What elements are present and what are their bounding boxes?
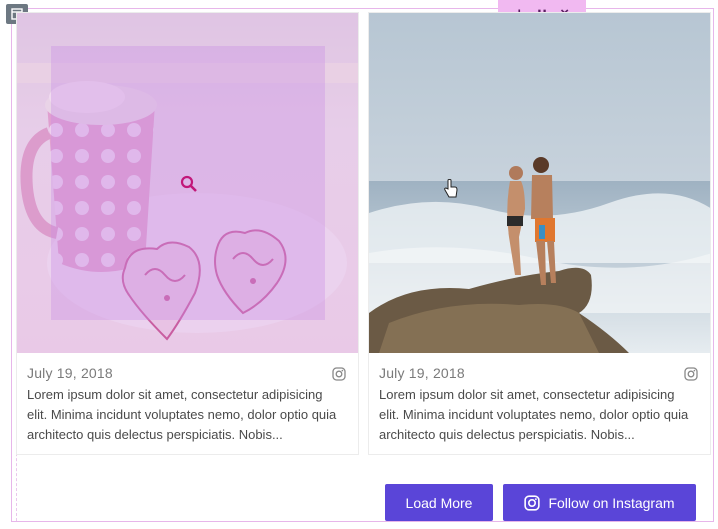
follow-instagram-button[interactable]: Follow on Instagram <box>503 484 696 521</box>
post-photo[interactable] <box>17 13 358 353</box>
post-date: July 19, 2018 <box>27 365 113 381</box>
post-meta: July 19, 2018 Lorem ipsum dolor sit amet… <box>27 365 346 445</box>
load-more-label: Load More <box>405 494 473 511</box>
instagram-post-card[interactable]: July 19, 2018 Lorem ipsum dolor sit amet… <box>368 12 711 455</box>
instagram-icon[interactable] <box>332 367 346 381</box>
instagram-icon[interactable] <box>684 367 698 381</box>
post-caption: Lorem ipsum dolor sit amet, consectetur … <box>379 387 689 442</box>
load-more-button[interactable]: Load More <box>385 484 493 521</box>
instagram-post-card[interactable]: July 19, 2018 Lorem ipsum dolor sit amet… <box>16 12 359 455</box>
post-meta: July 19, 2018 Lorem ipsum dolor sit amet… <box>379 365 698 445</box>
hand-cursor-icon <box>444 179 458 198</box>
instagram-icon <box>524 494 541 511</box>
post-caption: Lorem ipsum dolor sit amet, consectetur … <box>27 387 337 442</box>
post-photo[interactable] <box>369 13 710 353</box>
post-date: July 19, 2018 <box>379 365 465 381</box>
zoom-search-icon[interactable] <box>180 175 198 193</box>
couple-beach-photo <box>369 13 710 353</box>
follow-instagram-label: Follow on Instagram <box>548 494 675 511</box>
